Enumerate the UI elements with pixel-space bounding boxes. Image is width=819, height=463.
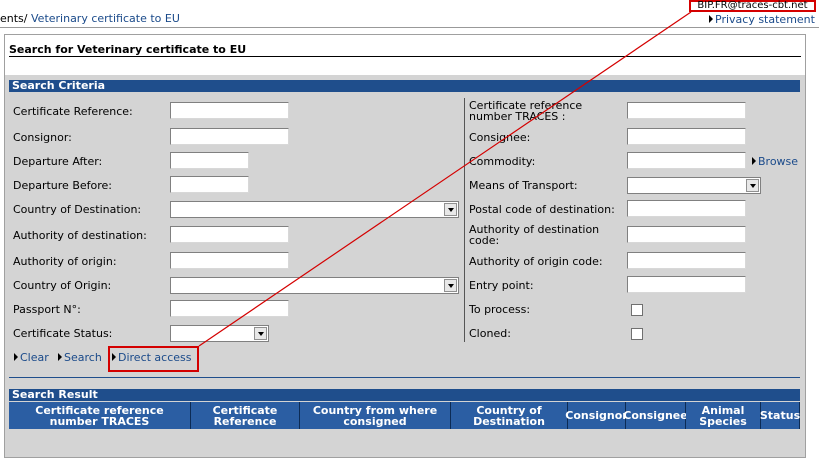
commodity-input[interactable]	[627, 152, 746, 169]
arrow-right-icon	[14, 353, 18, 361]
column-header-consignee[interactable]: Consignee	[623, 402, 688, 429]
chevron-down-icon	[746, 179, 759, 192]
label-departure-after: Departure After:	[13, 155, 103, 168]
breadcrumb: ents/ Veterinary certificate to EU	[0, 12, 180, 25]
consignee-input[interactable]	[627, 128, 746, 145]
breadcrumb-prefix: ents/	[0, 12, 28, 25]
breadcrumb-link-veterinary-certificate[interactable]: Veterinary certificate to EU	[31, 12, 180, 25]
column-header-animal-species[interactable]: Animal Species	[686, 402, 761, 429]
privacy-statement-label: Privacy statement	[715, 13, 815, 26]
label-consignee: Consignee:	[469, 131, 531, 144]
label-certificate-status: Certificate Status:	[13, 327, 113, 340]
column-header-certificate-reference[interactable]: Certificate Reference	[191, 402, 300, 429]
arrow-right-icon	[752, 157, 756, 165]
label-authority-of-origin: Authority of origin:	[13, 255, 117, 268]
header-divider	[0, 27, 819, 28]
authority-of-destination-code-input[interactable]	[627, 226, 746, 243]
cloned-checkbox[interactable]	[631, 328, 643, 340]
chevron-down-icon	[254, 327, 267, 340]
label-passport-number: Passport N°:	[13, 303, 81, 316]
search-result-header: Search Result	[9, 389, 800, 401]
label-cloned: Cloned:	[469, 327, 511, 340]
search-link[interactable]: Search	[58, 351, 102, 364]
label-departure-before: Departure Before:	[13, 179, 112, 192]
certificate-status-select[interactable]	[170, 325, 269, 342]
label-authority-of-destination-code: Authority of destination code:	[469, 223, 600, 247]
chevron-down-icon	[444, 279, 457, 292]
certificate-reference-input[interactable]	[170, 102, 289, 119]
entry-point-input[interactable]	[627, 276, 746, 293]
search-label: Search	[64, 351, 102, 364]
consignor-input[interactable]	[170, 128, 289, 145]
browse-label: Browse	[758, 155, 799, 168]
label-commodity: Commodity:	[469, 155, 536, 168]
means-of-transport-select[interactable]	[627, 177, 761, 194]
column-header-status[interactable]: Status	[760, 402, 800, 429]
browse-link[interactable]: Browse	[752, 155, 798, 168]
country-of-origin-select[interactable]	[170, 277, 459, 294]
arrow-right-icon	[58, 353, 62, 361]
label-authority-of-destination: Authority of destination:	[13, 229, 147, 242]
certificate-reference-number-traces-input[interactable]	[627, 102, 746, 119]
page-title: Search for Veterinary certificate to EU	[9, 43, 247, 56]
departure-before-input[interactable]	[170, 176, 249, 193]
label-authority-of-origin-code: Authority of origin code:	[469, 255, 603, 268]
chevron-down-icon	[444, 203, 457, 216]
authority-of-origin-input[interactable]	[170, 252, 289, 269]
country-of-destination-select[interactable]	[170, 201, 459, 218]
privacy-statement-link[interactable]: Privacy statement	[709, 13, 815, 26]
column-header-certificate-reference-number-traces[interactable]: Certificate reference number TRACES	[9, 402, 191, 429]
label-certificate-reference: Certificate Reference:	[13, 105, 133, 118]
to-process-checkbox[interactable]	[631, 304, 643, 316]
label-country-of-origin: Country of Origin:	[13, 279, 112, 292]
column-header-country-of-destination[interactable]: Country of Destination	[451, 402, 568, 429]
authority-of-origin-code-input[interactable]	[627, 252, 746, 269]
authority-of-destination-input[interactable]	[170, 226, 289, 243]
postal-code-of-destination-input[interactable]	[627, 200, 746, 217]
passport-number-input[interactable]	[170, 300, 289, 317]
label-country-of-destination: Country of Destination:	[13, 203, 142, 216]
label-certificate-reference-number-traces: Certificate reference number TRACES :	[469, 99, 583, 123]
label-to-process: To process:	[469, 303, 531, 316]
label-means-of-transport: Means of Transport:	[469, 179, 578, 192]
departure-after-input[interactable]	[170, 152, 249, 169]
clear-label: Clear	[20, 351, 49, 364]
section-separator	[9, 377, 800, 378]
label-consignor: Consignor:	[13, 131, 72, 144]
clear-link[interactable]: Clear	[14, 351, 49, 364]
arrow-right-icon	[709, 15, 713, 23]
column-header-country-from-where-consigned[interactable]: Country from where consigned	[300, 402, 451, 429]
column-header-consignor[interactable]: Consignor	[565, 402, 628, 429]
column-divider	[464, 98, 465, 342]
direct-access-highlight	[108, 346, 199, 372]
label-postal-code-of-destination: Postal code of destination:	[469, 203, 615, 216]
title-underline	[9, 56, 801, 57]
search-criteria-header: Search Criteria	[9, 80, 800, 92]
user-email: BIP.FR@traces-cbt.net	[689, 0, 816, 12]
label-entry-point: Entry point:	[469, 279, 534, 292]
